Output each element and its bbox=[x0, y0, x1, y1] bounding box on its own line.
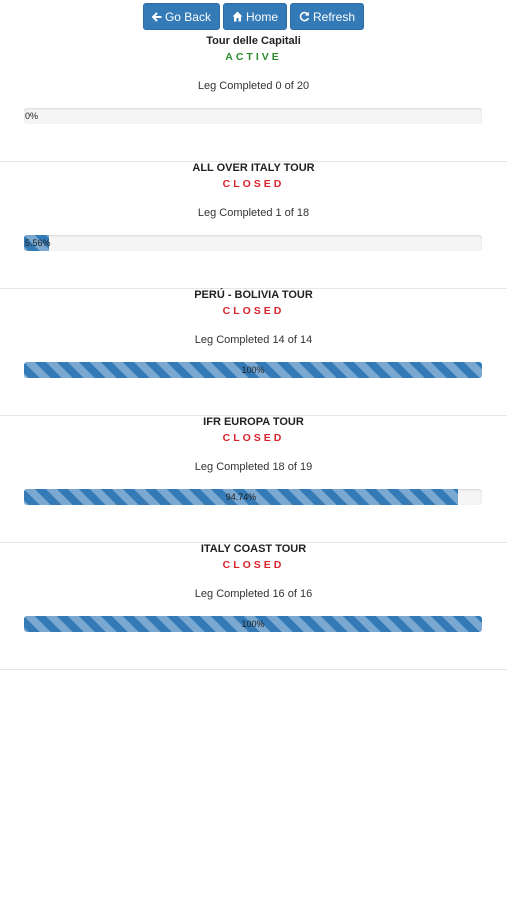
progress-percent-label: 0% bbox=[25, 111, 39, 121]
tour-name: ITALY COAST TOUR bbox=[200, 543, 307, 555]
tour-card: IFR EUROPA TOUR CLOSED Leg Completed 18 of… bbox=[0, 416, 507, 543]
progress-percent-label: 94.74% bbox=[225, 492, 257, 502]
progress-bar: 100% bbox=[24, 616, 482, 632]
arrow-left-icon bbox=[151, 11, 162, 22]
progress-bar: 0% bbox=[24, 108, 482, 124]
leg-completed-text: Leg Completed 1 of 18 bbox=[197, 207, 310, 219]
progress-bar: 5.56% bbox=[24, 235, 482, 251]
leg-completed-text: Leg Completed 0 of 20 bbox=[197, 80, 310, 92]
home-icon bbox=[232, 11, 243, 22]
refresh-label: Refresh bbox=[313, 9, 356, 24]
tour-status-badge: CLOSED bbox=[222, 178, 285, 190]
go-back-button[interactable]: Go Back bbox=[142, 3, 220, 30]
refresh-icon bbox=[299, 11, 310, 22]
go-back-label: Go Back bbox=[164, 9, 211, 24]
leg-completed-text: Leg Completed 14 of 14 bbox=[194, 334, 313, 346]
tour-status-badge: CLOSED bbox=[222, 432, 285, 444]
progress-bar: 94.74% bbox=[24, 489, 482, 505]
leg-completed-text: Leg Completed 16 of 16 bbox=[194, 588, 313, 600]
home-label: Home bbox=[245, 9, 278, 24]
progress-percent-label: 5.56% bbox=[25, 238, 51, 248]
tour-card: Tour delle Capitali ACTIVE Leg Completed 0… bbox=[0, 35, 507, 162]
refresh-button[interactable]: Refresh bbox=[290, 3, 365, 30]
progress-percent-label: 100% bbox=[241, 619, 265, 629]
tour-name: Tour delle Capitali bbox=[206, 35, 301, 47]
tour-name: ALL OVER ITALY TOUR bbox=[192, 162, 315, 174]
tour-status-badge: CLOSED bbox=[222, 305, 285, 317]
tour-name: IFR EUROPA TOUR bbox=[203, 416, 304, 428]
tour-card: PERÚ - BOLIVIA TOUR CLOSED Leg Completed 1… bbox=[0, 289, 507, 416]
leg-completed-text: Leg Completed 18 of 19 bbox=[194, 461, 313, 473]
tour-status-badge: CLOSED bbox=[222, 559, 285, 571]
tour-card: ITALY COAST TOUR CLOSED Leg Completed 16 o… bbox=[0, 543, 507, 670]
tour-name: PERÚ - BOLIVIA TOUR bbox=[194, 289, 313, 301]
toolbar: Go Back Home Refresh bbox=[0, 3, 507, 30]
home-button[interactable]: Home bbox=[222, 3, 287, 30]
progress-bar: 100% bbox=[24, 362, 482, 378]
progress-percent-label: 100% bbox=[241, 365, 265, 375]
tour-status-badge: ACTIVE bbox=[225, 51, 282, 63]
tour-card: ALL OVER ITALY TOUR CLOSED Leg Completed 1… bbox=[0, 162, 507, 289]
